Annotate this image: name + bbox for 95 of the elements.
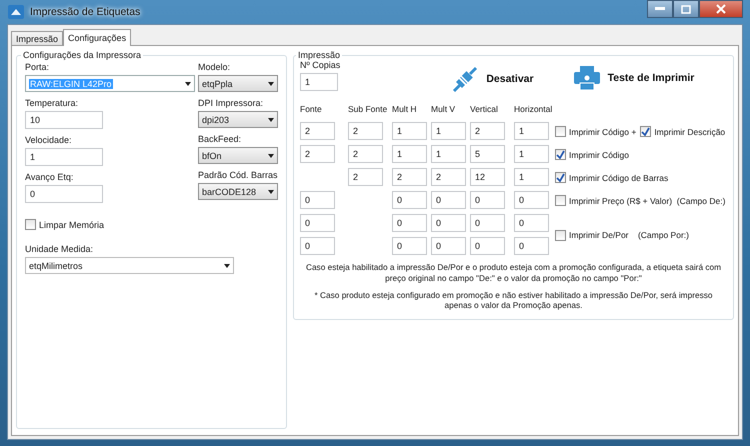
minimize-button[interactable] — [647, 0, 673, 18]
input-field[interactable]: 0 — [300, 191, 335, 209]
maximize-icon — [681, 4, 691, 14]
column-header: Fonte — [300, 104, 323, 114]
input-field[interactable]: 2 — [300, 145, 335, 163]
input-field[interactable]: 0 — [514, 237, 549, 255]
deactivate-button[interactable]: Desativar — [452, 66, 534, 92]
field-label: Avanço Etq: — [25, 172, 74, 182]
column-header: Mult V — [431, 104, 456, 114]
input-field[interactable]: 0 — [25, 185, 103, 203]
input-field[interactable]: 0 — [514, 214, 549, 232]
checkbox-label: Imprimir De/Por (Campo Por:) — [569, 230, 689, 240]
input-field[interactable]: 1 — [392, 122, 427, 140]
window-title: Impressão de Etiquetas — [30, 6, 140, 18]
app-icon — [8, 5, 24, 19]
field-label: DPI Impressora: — [198, 98, 264, 108]
input-field[interactable]: 2 — [470, 122, 505, 140]
group-title: Impressão — [297, 50, 342, 60]
dropdown[interactable]: bfOn — [198, 147, 278, 164]
caret-icon — [268, 154, 274, 158]
input-field[interactable]: 0 — [392, 237, 427, 255]
input-field[interactable]: 0 — [392, 191, 427, 209]
group-title: Configurações da Impressora — [22, 50, 142, 60]
input-field[interactable]: 0 — [431, 214, 466, 232]
input-field[interactable]: 12 — [470, 168, 505, 186]
checkbox[interactable] — [555, 195, 566, 206]
dropdown[interactable]: barCODE128 — [198, 183, 278, 200]
plug-icon — [452, 66, 478, 92]
input-field[interactable]: 1 — [514, 145, 549, 163]
maximize-button[interactable] — [673, 0, 699, 18]
caret-icon — [185, 82, 191, 86]
field-label: Unidade Medida: — [25, 244, 94, 254]
tab[interactable]: Impressão — [11, 31, 64, 45]
input-field[interactable]: 1 — [392, 145, 427, 163]
checkbox-label: Imprimir Código + — [569, 126, 636, 136]
checkbox-label: Imprimir Preço (R$ + Valor) (Campo De:) — [569, 196, 726, 206]
input-field[interactable]: 1 — [514, 168, 549, 186]
input-field[interactable]: 0 — [514, 191, 549, 209]
input-field[interactable]: 1 — [431, 145, 466, 163]
input-field[interactable]: 5 — [470, 145, 505, 163]
input-field[interactable]: 2 — [300, 122, 335, 140]
input-field[interactable]: 2 — [392, 168, 427, 186]
input-field[interactable]: 2 — [348, 168, 383, 186]
column-header: Horizontal — [514, 104, 551, 114]
test-print-button[interactable]: Teste de Imprimir — [574, 66, 694, 90]
close-icon — [716, 4, 726, 14]
note-text: * Caso produto esteja configurado em promoção e não estiver habilitado a impressão De/Por, será impresso apenas o valor da Promoção apenas. — [313, 290, 714, 312]
input-field[interactable]: 2 — [348, 145, 383, 163]
column-header: Mult H — [392, 104, 418, 114]
minimize-icon — [655, 7, 665, 11]
dropdown[interactable]: etqPpla — [198, 75, 278, 92]
field-label: Nº Copias — [300, 60, 340, 70]
close-button[interactable] — [699, 0, 743, 18]
field-label: Modelo: — [198, 62, 232, 72]
input-field[interactable]: 0 — [300, 237, 335, 255]
checkbox-label: Imprimir Código — [569, 150, 629, 160]
unit-dropdown[interactable]: etqMilimetros — [25, 257, 234, 274]
tab[interactable]: Configurações — [63, 29, 132, 46]
input-field[interactable]: 1 — [514, 122, 549, 140]
input-field[interactable]: 2 — [348, 122, 383, 140]
printer-icon — [574, 66, 600, 90]
checkbox[interactable] — [555, 172, 566, 183]
checkbox[interactable] — [555, 126, 566, 137]
field-label: Porta: — [25, 62, 50, 72]
checkbox-label: Limpar Memória — [39, 220, 104, 230]
caret-icon — [268, 190, 274, 194]
input-field[interactable]: 2 — [431, 168, 466, 186]
input-field[interactable]: 0 — [431, 237, 466, 255]
input-field[interactable]: 0 — [300, 214, 335, 232]
input-field[interactable]: 0 — [431, 191, 466, 209]
field-label: Temperatura: — [25, 98, 80, 108]
note-text: Caso esteja habilitado a impressão De/Por e o produto esteja com a promoção configurada, a etiqueta sairá com preço original no campo "De:" e o valor da promoção no campo "Por:" — [304, 262, 722, 284]
input-field[interactable]: 0 — [470, 237, 505, 255]
column-header: Sub Fonte — [348, 104, 388, 114]
checkbox[interactable] — [555, 230, 566, 240]
checkbox[interactable] — [555, 149, 566, 160]
caret-icon — [224, 264, 230, 268]
input-field[interactable]: 1 — [25, 148, 103, 166]
input-field[interactable]: 1 — [300, 73, 338, 91]
caret-icon — [268, 118, 274, 122]
field-label: Padrão Cód. Barras — [198, 170, 278, 180]
input-field[interactable]: 10 — [25, 111, 103, 129]
checkbox[interactable] — [25, 219, 36, 230]
input-field[interactable]: 0 — [470, 214, 505, 232]
column-header: Vertical — [470, 104, 499, 114]
dropdown[interactable]: dpi203 — [198, 111, 278, 128]
input-field[interactable]: 0 — [392, 214, 427, 232]
field-label: Velocidade: — [25, 135, 73, 145]
input-field[interactable]: 0 — [470, 191, 505, 209]
caret-icon — [268, 82, 274, 86]
checkbox[interactable] — [640, 126, 652, 137]
checkbox-label: Imprimir Descrição — [654, 126, 726, 136]
input-field[interactable]: 1 — [431, 122, 466, 140]
field-label: BackFeed: — [198, 134, 242, 144]
checkbox-label: Imprimir Código de Barras — [569, 172, 668, 182]
